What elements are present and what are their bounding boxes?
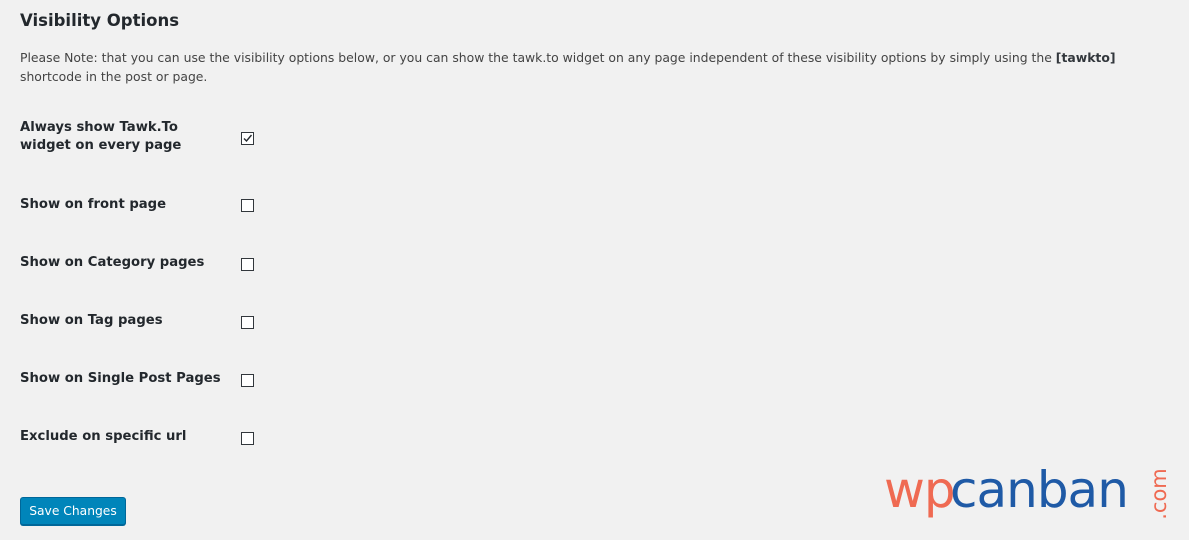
save-changes-button[interactable]: Save Changes xyxy=(20,497,126,525)
option-row-tag-pages: Show on Tag pages xyxy=(20,312,280,332)
option-label-single-post-pages: Show on Single Post Pages xyxy=(20,371,221,386)
section-title: Visibility Options xyxy=(20,11,180,30)
option-label-exclude-url: Exclude on specific url xyxy=(20,429,187,444)
watermark-canban-text: canban xyxy=(950,461,1129,519)
wpcanban-watermark-logo: wp canban .com xyxy=(884,455,1174,525)
option-label-tag-pages: Show on Tag pages xyxy=(20,313,163,328)
watermark-com-text: .com xyxy=(1147,468,1171,520)
single-post-pages-checkbox[interactable] xyxy=(241,374,254,387)
checkmark-icon xyxy=(243,134,253,143)
exclude-url-checkbox[interactable] xyxy=(241,432,254,445)
option-row-always-show: Always show Tawk.To widget on every page xyxy=(20,119,280,159)
option-label-front-page: Show on front page xyxy=(20,197,167,212)
option-row-exclude-url: Exclude on specific url xyxy=(20,428,280,448)
front-page-checkbox[interactable] xyxy=(241,199,254,212)
option-row-front-page: Show on front page xyxy=(20,196,280,216)
watermark-wp-text: wp xyxy=(884,461,956,519)
always-show-checkbox[interactable] xyxy=(241,132,254,145)
option-label-always-show: Always show Tawk.To widget on every page xyxy=(20,120,182,153)
category-pages-checkbox[interactable] xyxy=(241,258,254,271)
note-text-before: Please Note: that you can use the visibi… xyxy=(20,50,1056,65)
shortcode-text: [tawkto] xyxy=(1055,50,1116,65)
option-row-single-post-pages: Show on Single Post Pages xyxy=(20,370,280,390)
tag-pages-checkbox[interactable] xyxy=(241,316,254,329)
note-text-after: shortcode in the post or page. xyxy=(20,69,208,84)
visibility-note: Please Note: that you can use the visibi… xyxy=(20,48,1180,86)
option-label-category-pages: Show on Category pages xyxy=(20,255,205,270)
option-row-category-pages: Show on Category pages xyxy=(20,254,280,274)
